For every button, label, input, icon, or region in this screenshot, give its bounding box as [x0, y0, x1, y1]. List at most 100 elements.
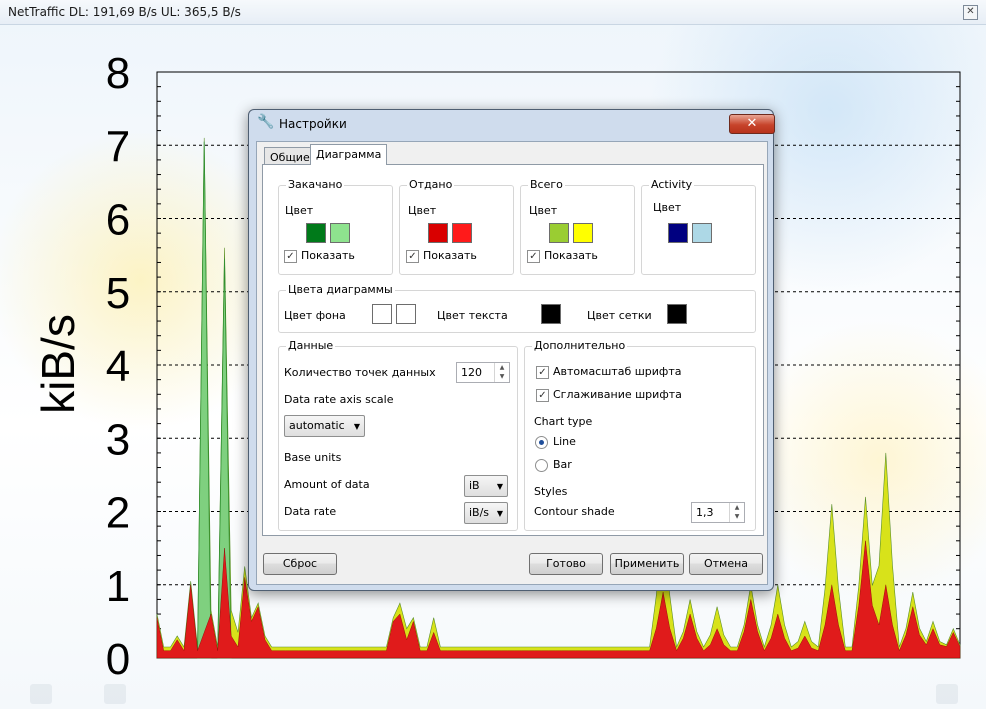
styles-label: Styles — [534, 485, 568, 498]
uploaded-color-label: Цвет — [408, 204, 437, 217]
ghost-icon-3 — [936, 684, 958, 704]
uploaded-color-2-swatch[interactable] — [452, 223, 472, 243]
window-title: NetTraffic DL: 191,69 B/s UL: 365,5 B/s — [8, 5, 241, 19]
group-total: Всего Цвет ✓ Показать — [520, 178, 635, 275]
rate-unit-select[interactable]: iB/s ▼ — [464, 502, 508, 524]
bg-color-1-swatch[interactable] — [372, 304, 392, 324]
downloaded-color-2-swatch[interactable] — [330, 223, 350, 243]
done-button[interactable]: Готово — [529, 553, 603, 575]
total-color-1-swatch[interactable] — [549, 223, 569, 243]
activity-color-2-swatch[interactable] — [692, 223, 712, 243]
activity-spike — [197, 141, 212, 659]
settings-dialog: 🔧 Настройки ✕ Общие Диаграмма Закачано Ц… — [248, 109, 775, 591]
chart-type-bar-radio[interactable] — [535, 459, 548, 472]
total-show-label: Показать — [544, 249, 598, 262]
chart-type-line-label: Line — [553, 435, 576, 448]
smoothing-label: Сглаживание шрифта — [553, 388, 682, 401]
axis-scale-value: automatic — [289, 419, 345, 432]
spin-down-icon[interactable]: ▼ — [735, 513, 740, 520]
group-data: Данные Количество точек данных 120 ▲ ▼ Da… — [278, 339, 518, 531]
rate-label: Data rate — [284, 505, 337, 518]
y-tick-label: 5 — [106, 269, 130, 318]
text-color-swatch[interactable] — [541, 304, 561, 324]
apply-button[interactable]: Применить — [610, 553, 684, 575]
group-activity: Activity Цвет — [641, 178, 756, 275]
contour-stepper[interactable]: 1,3 ▲ ▼ — [691, 502, 745, 523]
y-tick-label: 4 — [106, 342, 130, 391]
rate-unit-value: iB/s — [469, 506, 490, 519]
amount-unit-value: iB — [469, 479, 480, 492]
points-value: 120 — [461, 366, 482, 379]
spin-down-icon[interactable]: ▼ — [500, 373, 505, 380]
uploaded-show-label: Показать — [423, 249, 477, 262]
rate-dropdown-icon: ▼ — [496, 509, 503, 518]
contour-label: Contour shade — [534, 505, 615, 518]
dialog-close-button[interactable]: ✕ — [729, 114, 775, 134]
total-show-checkbox[interactable]: ✓ — [527, 250, 540, 263]
spin-up-icon[interactable]: ▲ — [735, 504, 740, 511]
chart-tab-panel: Закачано Цвет ✓ Показать Отдано Цвет ✓ П… — [262, 164, 764, 536]
y-tick-label: 3 — [106, 415, 130, 464]
amount-dropdown-icon: ▼ — [496, 482, 503, 491]
cancel-button[interactable]: Отмена — [689, 553, 763, 575]
contour-spin-arrows[interactable]: ▲ ▼ — [729, 503, 744, 522]
wrench-icon: 🔧 — [257, 114, 275, 130]
smoothing-checkbox[interactable]: ✓ — [536, 389, 549, 402]
window-titlebar: NetTraffic DL: 191,69 B/s UL: 365,5 B/s … — [0, 0, 986, 25]
points-label: Количество точек данных — [284, 366, 436, 379]
contour-value: 1,3 — [696, 506, 714, 519]
y-tick-label: 8 — [106, 49, 130, 98]
amount-label: Amount of data — [284, 478, 370, 491]
downloaded-color-1-swatch[interactable] — [306, 223, 326, 243]
tab-general[interactable]: Общие — [264, 147, 316, 165]
group-uploaded-caption: Отдано — [407, 178, 455, 191]
chart-type-line-radio[interactable] — [535, 436, 548, 449]
activity-color-label: Цвет — [653, 201, 682, 214]
text-color-label: Цвет текста — [437, 309, 508, 322]
bg-color-label: Цвет фона — [284, 309, 346, 322]
axis-scale-label: Data rate axis scale — [284, 393, 394, 406]
ghost-icon-1 — [30, 684, 52, 704]
chart-type-label: Chart type — [534, 415, 593, 428]
downloaded-show-checkbox[interactable]: ✓ — [284, 250, 297, 263]
spin-up-icon[interactable]: ▲ — [500, 364, 505, 371]
dialog-client: Общие Диаграмма Закачано Цвет ✓ Показать… — [256, 141, 768, 585]
total-color-label: Цвет — [529, 204, 558, 217]
points-spin-arrows[interactable]: ▲ ▼ — [494, 363, 509, 382]
y-tick-label: 1 — [106, 562, 130, 611]
extra-caption: Дополнительно — [532, 339, 628, 352]
amount-unit-select[interactable]: iB ▼ — [464, 475, 508, 497]
group-uploaded: Отдано Цвет ✓ Показать — [399, 178, 514, 275]
y-tick-label: 6 — [106, 196, 130, 245]
axis-scale-select[interactable]: automatic ▼ — [284, 415, 365, 437]
points-stepper[interactable]: 120 ▲ ▼ — [456, 362, 510, 383]
dialog-title: Настройки — [279, 117, 347, 131]
y-axis-label: kiB/s — [32, 314, 84, 414]
reset-button[interactable]: Сброс — [263, 553, 337, 575]
bg-color-2-swatch[interactable] — [396, 304, 416, 324]
data-caption: Данные — [286, 339, 336, 352]
ghost-icon-2 — [104, 684, 126, 704]
axis-scale-dropdown-icon: ▼ — [353, 422, 360, 431]
chart-type-bar-label: Bar — [553, 458, 572, 471]
dialog-titlebar: 🔧 Настройки ✕ — [255, 114, 775, 134]
chart-colors-caption: Цвета диаграммы — [286, 283, 395, 296]
autoscale-label: Автомасштаб шрифта — [553, 365, 682, 378]
grid-color-swatch[interactable] — [667, 304, 687, 324]
total-color-2-swatch[interactable] — [573, 223, 593, 243]
group-extra: Дополнительно ✓ Автомасштаб шрифта ✓ Сгл… — [524, 339, 756, 531]
downloaded-show-label: Показать — [301, 249, 355, 262]
group-activity-caption: Activity — [649, 178, 695, 191]
group-total-caption: Всего — [528, 178, 565, 191]
uploaded-color-1-swatch[interactable] — [428, 223, 448, 243]
y-axis-ticks: 0 1 2 3 4 5 6 7 8 — [106, 49, 130, 684]
y-tick-label: 2 — [106, 489, 130, 538]
window-close-icon[interactable]: ✕ — [963, 5, 978, 20]
tab-chart[interactable]: Диаграмма — [310, 144, 388, 165]
y-tick-label: 0 — [106, 635, 130, 684]
y-tick-label: 7 — [106, 122, 130, 171]
activity-color-1-swatch[interactable] — [668, 223, 688, 243]
autoscale-checkbox[interactable]: ✓ — [536, 366, 549, 379]
uploaded-show-checkbox[interactable]: ✓ — [406, 250, 419, 263]
group-downloaded-caption: Закачано — [286, 178, 345, 191]
